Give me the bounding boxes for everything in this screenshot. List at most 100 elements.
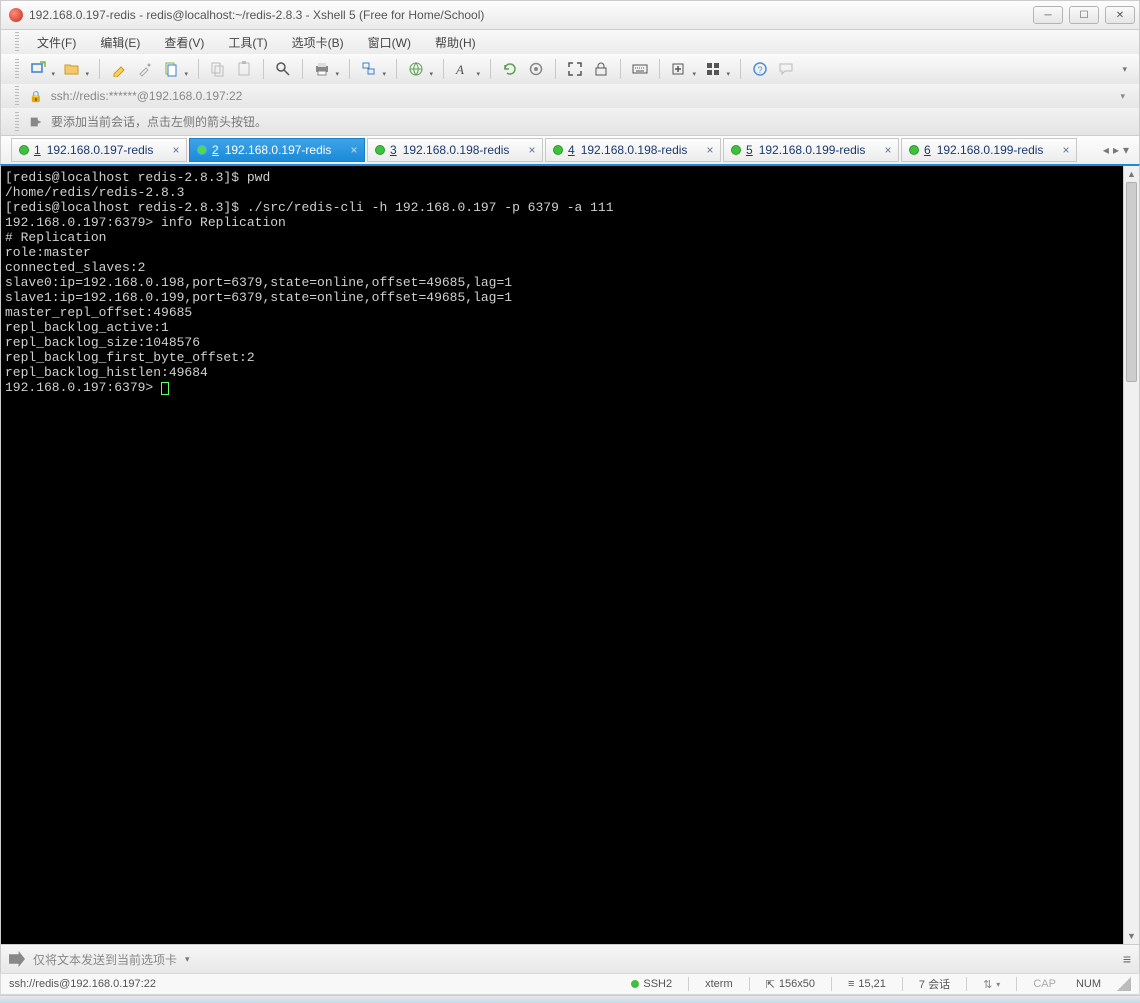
lock-button[interactable] bbox=[590, 58, 612, 80]
language-button[interactable] bbox=[405, 58, 427, 80]
close-button[interactable]: ✕ bbox=[1105, 6, 1135, 24]
new-session-button[interactable] bbox=[27, 58, 49, 80]
highlighter-button[interactable] bbox=[108, 58, 130, 80]
tile-button[interactable] bbox=[702, 58, 724, 80]
status-updown: ⇅▾ bbox=[979, 978, 1004, 991]
resize-grip-icon[interactable] bbox=[1117, 977, 1131, 991]
titlebar: 192.168.0.197-redis - redis@localhost:~/… bbox=[0, 0, 1140, 30]
vertical-scrollbar[interactable]: ▲ ▼ bbox=[1123, 166, 1139, 944]
tab-label: 192.168.0.199-redis bbox=[937, 143, 1044, 157]
print-button[interactable] bbox=[311, 58, 333, 80]
menu-file[interactable]: 文件(F) bbox=[27, 32, 86, 53]
tab-close-icon[interactable]: × bbox=[1060, 144, 1072, 156]
find-button[interactable] bbox=[272, 58, 294, 80]
send-icon[interactable] bbox=[9, 951, 25, 967]
sendbar: 仅将文本发送到当前选项卡 ▾ ≡ bbox=[0, 945, 1140, 973]
tabbar: 1 192.168.0.197-redis × 2 192.168.0.197-… bbox=[0, 136, 1140, 164]
tab-close-icon[interactable]: × bbox=[170, 144, 182, 156]
tab-label: 192.168.0.199-redis bbox=[759, 143, 866, 157]
menu-help[interactable]: 帮助(H) bbox=[425, 32, 486, 53]
toolbar-separator bbox=[443, 59, 444, 79]
font-button[interactable]: A bbox=[452, 58, 474, 80]
tab-close-icon[interactable]: × bbox=[882, 144, 894, 156]
tab-next-icon[interactable]: ▸ bbox=[1113, 143, 1119, 157]
scroll-thumb[interactable] bbox=[1126, 182, 1137, 382]
fullscreen-button[interactable] bbox=[564, 58, 586, 80]
tab-list-icon[interactable]: ▾ bbox=[1123, 143, 1129, 157]
session-tab-2[interactable]: 2 192.168.0.197-redis × bbox=[189, 138, 365, 162]
addressbar-chevron[interactable]: ▾ bbox=[1120, 91, 1125, 102]
disconnect-button[interactable] bbox=[525, 58, 547, 80]
cursor-icon: ≡ bbox=[848, 978, 854, 990]
windows-button[interactable] bbox=[358, 58, 380, 80]
address-url[interactable]: ssh://redis:******@192.168.0.197:22 bbox=[51, 89, 1113, 103]
menu-edit[interactable]: 编辑(E) bbox=[90, 32, 150, 53]
paste-button[interactable] bbox=[233, 58, 255, 80]
menu-view[interactable]: 查看(V) bbox=[154, 32, 214, 53]
eyedropper-button[interactable] bbox=[134, 58, 156, 80]
tab-close-icon[interactable]: × bbox=[526, 144, 538, 156]
statusbar-separator bbox=[966, 977, 967, 991]
session-tab-6[interactable]: 6 192.168.0.199-redis × bbox=[901, 138, 1077, 162]
chat-button[interactable] bbox=[775, 58, 797, 80]
status-num: NUM bbox=[1072, 978, 1105, 990]
copy-button[interactable] bbox=[207, 58, 229, 80]
status-proto: SSH2 bbox=[627, 978, 676, 990]
status-size: ⇱156x50 bbox=[762, 978, 819, 991]
tab-label: 192.168.0.198-redis bbox=[403, 143, 510, 157]
addressbar: 🔒 ssh://redis:******@192.168.0.197:22 ▾ bbox=[0, 84, 1140, 108]
maximize-button[interactable]: ☐ bbox=[1069, 6, 1099, 24]
statusbar-separator bbox=[1016, 977, 1017, 991]
minimize-button[interactable]: ─ bbox=[1033, 6, 1063, 24]
menu-window[interactable]: 窗口(W) bbox=[358, 32, 421, 53]
tab-prev-icon[interactable]: ◂ bbox=[1103, 143, 1109, 157]
toolbar-separator bbox=[302, 59, 303, 79]
help-button[interactable]: ? bbox=[749, 58, 771, 80]
sendbar-menu-icon[interactable]: ≡ bbox=[1123, 951, 1131, 967]
svg-text:A: A bbox=[455, 62, 464, 77]
toolbar-separator bbox=[740, 59, 741, 79]
menu-tabs[interactable]: 选项卡(B) bbox=[282, 32, 354, 53]
tab-close-icon[interactable]: × bbox=[704, 144, 716, 156]
add-arrow-icon[interactable] bbox=[29, 115, 43, 129]
scroll-up-icon[interactable]: ▲ bbox=[1124, 166, 1139, 182]
status-dot-icon bbox=[198, 146, 206, 154]
toolbar-separator bbox=[396, 59, 397, 79]
scroll-down-icon[interactable]: ▼ bbox=[1124, 928, 1139, 944]
new-tab-button[interactable] bbox=[668, 58, 690, 80]
session-tab-5[interactable]: 5 192.168.0.199-redis × bbox=[723, 138, 899, 162]
menu-tools[interactable]: 工具(T) bbox=[218, 32, 277, 53]
copy-formatting-button[interactable] bbox=[160, 58, 182, 80]
reconnect-button[interactable] bbox=[499, 58, 521, 80]
grip-icon bbox=[15, 59, 19, 79]
toolbar-separator bbox=[490, 59, 491, 79]
status-dot-icon bbox=[20, 146, 28, 154]
toolbar-separator bbox=[349, 59, 350, 79]
grip-icon bbox=[15, 32, 19, 52]
infobar: 要添加当前会话，点击左侧的箭头按钮。 bbox=[0, 108, 1140, 136]
tab-label: 192.168.0.197-redis bbox=[225, 143, 332, 157]
terminal-container: [redis@localhost redis-2.8.3]$ pwd /home… bbox=[0, 164, 1140, 945]
status-sessions: 7 会话 bbox=[915, 976, 954, 992]
grip-icon bbox=[15, 112, 19, 132]
window-buttons: ─ ☐ ✕ bbox=[1033, 6, 1135, 24]
status-dot-icon bbox=[376, 146, 384, 154]
statusbar: ssh://redis@192.168.0.197:22 SSH2 xterm … bbox=[0, 973, 1140, 995]
sendbar-placeholder[interactable]: 仅将文本发送到当前选项卡 bbox=[33, 951, 177, 968]
toolbar-overflow-chevron[interactable]: ▾ bbox=[1122, 64, 1127, 75]
session-tab-3[interactable]: 3 192.168.0.198-redis × bbox=[367, 138, 543, 162]
tab-close-icon[interactable]: × bbox=[348, 144, 360, 156]
window-title: 192.168.0.197-redis - redis@localhost:~/… bbox=[29, 8, 1027, 22]
toolbar-separator bbox=[620, 59, 621, 79]
session-tab-4[interactable]: 4 192.168.0.198-redis × bbox=[545, 138, 721, 162]
status-dot-icon bbox=[910, 146, 918, 154]
session-tab-1[interactable]: 1 192.168.0.197-redis × bbox=[11, 138, 187, 162]
open-button[interactable] bbox=[61, 58, 83, 80]
status-dot-icon bbox=[631, 980, 639, 988]
svg-text:?: ? bbox=[758, 65, 763, 75]
terminal[interactable]: [redis@localhost redis-2.8.3]$ pwd /home… bbox=[1, 166, 1123, 944]
chevron-down-icon[interactable]: ▾ bbox=[996, 980, 1000, 989]
keyboard-button[interactable] bbox=[629, 58, 651, 80]
sendbar-chevron[interactable]: ▾ bbox=[185, 954, 190, 965]
updown-icon: ⇅ bbox=[983, 978, 992, 991]
